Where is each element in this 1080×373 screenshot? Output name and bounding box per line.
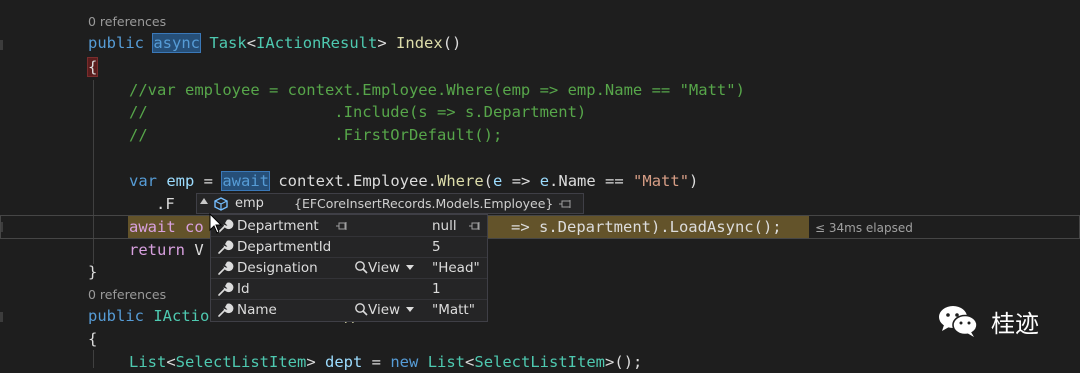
editor-gutter	[0, 0, 12, 368]
code-line-return[interactable]: return V	[129, 239, 204, 261]
pin-icon[interactable]	[336, 222, 350, 230]
datatip-variable-type: {EFCoreInsertRecords.Models.Employee}	[294, 196, 554, 211]
code-editor[interactable]: 0 references public async Task<IActionRe…	[0, 0, 1080, 371]
code-line-index-signature[interactable]: public async Task<IActionResult> Index()	[88, 32, 461, 54]
collapse-triangle-icon[interactable]	[200, 198, 208, 204]
datatip-header[interactable]: emp {EFCoreInsertRecords.Models.Employee…	[196, 193, 584, 214]
magnifier-icon	[355, 261, 368, 274]
datatip-members[interactable]: Department null DepartmentId 5 Designati…	[210, 214, 488, 322]
code-line-partial[interactable]: .F	[156, 193, 175, 215]
member-name: Name	[237, 302, 277, 318]
wechat-logo-icon	[939, 306, 978, 337]
datatip-row[interactable]: Designation View "Head"	[211, 258, 487, 278]
visualizer-label: View	[368, 260, 401, 276]
member-value[interactable]: 1	[432, 279, 441, 299]
visualizer-button[interactable]: View	[354, 300, 415, 320]
await-keyword: await	[221, 171, 271, 191]
mouse-pointer-icon	[209, 213, 223, 234]
code-line-var-emp[interactable]: var emp = await context.Employee.Where(e…	[129, 170, 698, 192]
member-value[interactable]: "Matt"	[432, 300, 475, 320]
code-line-comment[interactable]: // .FirstOrDefault();	[129, 124, 502, 146]
datatip-row[interactable]: Name View "Matt"	[211, 300, 487, 320]
code-line-brace-open[interactable]: {	[86, 56, 99, 78]
member-value[interactable]: 5	[432, 237, 441, 257]
chevron-down-icon[interactable]	[406, 265, 415, 270]
gutter-marker	[0, 40, 3, 50]
pin-icon[interactable]	[559, 199, 575, 209]
wrench-icon	[218, 240, 234, 254]
chevron-down-icon[interactable]	[406, 307, 415, 312]
wrench-icon	[218, 282, 234, 296]
watermark-text: 桂迹	[991, 310, 1039, 338]
datatip-row[interactable]: Department null	[211, 216, 487, 236]
code-line-list[interactable]: List<SelectListItem> dept = new List<Sel…	[129, 351, 642, 373]
gutter-marker	[0, 312, 3, 322]
code-line-comment[interactable]: // .Include(s => s.Department)	[129, 101, 586, 123]
member-name: Id	[237, 281, 250, 297]
wrench-icon	[218, 261, 234, 275]
visualizer-button[interactable]: View	[354, 258, 415, 278]
code-line-await-load-rest[interactable]: => s.Department).LoadAsync();	[511, 216, 782, 238]
member-name: Department	[237, 218, 319, 234]
member-name: Designation	[237, 260, 318, 276]
member-name: DepartmentId	[237, 239, 332, 255]
datatip-row[interactable]: DepartmentId 5	[211, 237, 487, 257]
code-line-await-load[interactable]: await co	[129, 216, 204, 238]
code-line-brace-close[interactable]: }	[88, 261, 97, 283]
visualizer-label: View	[368, 302, 401, 318]
wrench-icon	[218, 303, 234, 317]
code-line-comment[interactable]: //var employee = context.Employee.Where(…	[129, 79, 745, 101]
codelens-references[interactable]: 0 references	[88, 287, 166, 303]
pin-icon[interactable]	[469, 222, 483, 230]
magnifier-icon	[355, 303, 368, 316]
code-line-brace-open[interactable]: {	[88, 328, 97, 350]
perf-tip-elapsed: ≤ 34ms elapsed	[815, 221, 913, 235]
codelens-references[interactable]: 0 references	[88, 14, 166, 30]
indent-guide	[93, 350, 94, 368]
member-value[interactable]: null	[432, 216, 457, 236]
member-value[interactable]: "Head"	[432, 258, 480, 278]
datatip-row[interactable]: Id 1	[211, 279, 487, 299]
async-keyword: async	[152, 33, 202, 53]
datatip-variable-name: emp	[235, 196, 264, 211]
matched-brace: {	[86, 57, 99, 77]
object-icon	[214, 197, 228, 211]
